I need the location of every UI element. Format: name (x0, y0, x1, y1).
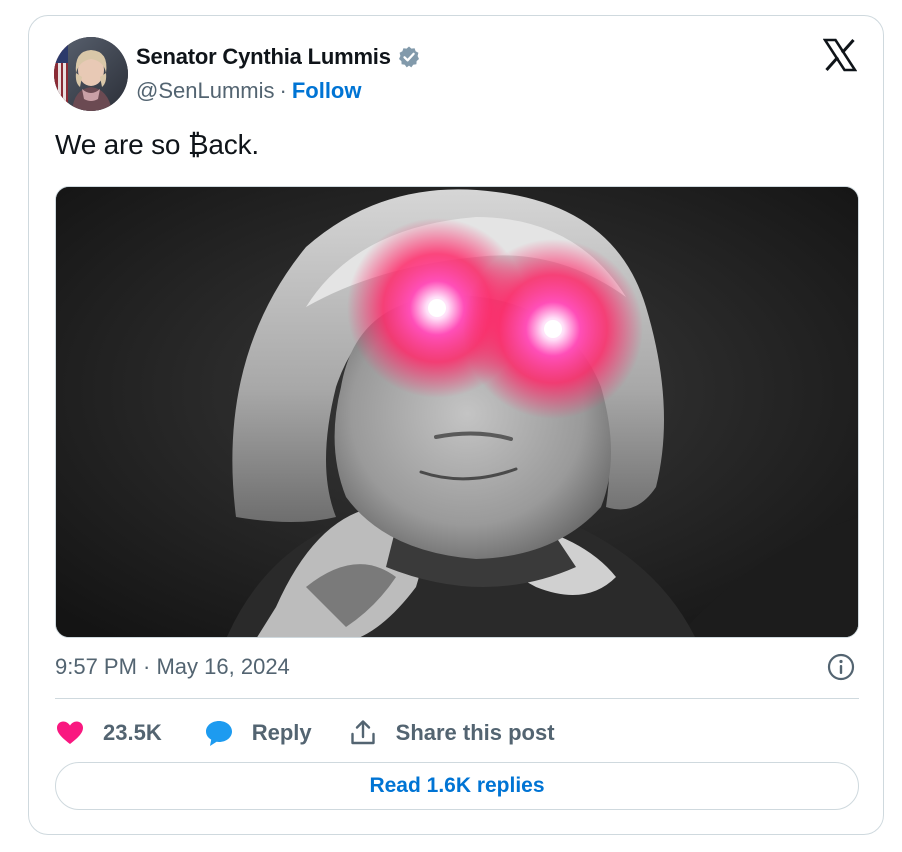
author-name-row: Senator Cynthia Lummis (136, 42, 421, 72)
embedded-post-card: Senator Cynthia Lummis @SenLummis · Foll… (28, 15, 884, 835)
x-logo-icon[interactable] (822, 38, 858, 72)
verified-badge-icon (397, 45, 421, 69)
speech-bubble-icon (204, 718, 234, 748)
author-handle-row: @SenLummis · Follow (136, 77, 361, 105)
laser-eyes-photo (56, 187, 858, 637)
share-label: Share this post (395, 720, 555, 745)
read-replies-button[interactable]: Read 1.6K replies (55, 762, 859, 810)
post-text: We are so ₿ack. (55, 129, 259, 160)
like-count: 23.5K (103, 720, 162, 745)
share-button[interactable]: Share this post (348, 718, 555, 748)
post-timestamp[interactable]: 9:57 PM · May 16, 2024 (55, 654, 290, 680)
like-button[interactable]: 23.5K (55, 718, 162, 748)
action-bar: 23.5K Reply Share this post (55, 713, 595, 753)
share-upload-icon (348, 718, 378, 748)
heart-icon (55, 718, 85, 748)
info-icon[interactable] (827, 653, 855, 681)
avatar[interactable] (54, 37, 128, 111)
separator-dot: · (279, 78, 287, 103)
author-handle[interactable]: @SenLummis (136, 78, 275, 104)
divider (55, 698, 859, 699)
reply-label: Reply (251, 720, 312, 745)
post-image[interactable] (55, 186, 859, 638)
follow-button[interactable]: Follow (292, 78, 362, 104)
reply-button[interactable]: Reply (204, 718, 312, 748)
author-display-name[interactable]: Senator Cynthia Lummis (136, 44, 391, 70)
avatar-image (54, 37, 128, 111)
